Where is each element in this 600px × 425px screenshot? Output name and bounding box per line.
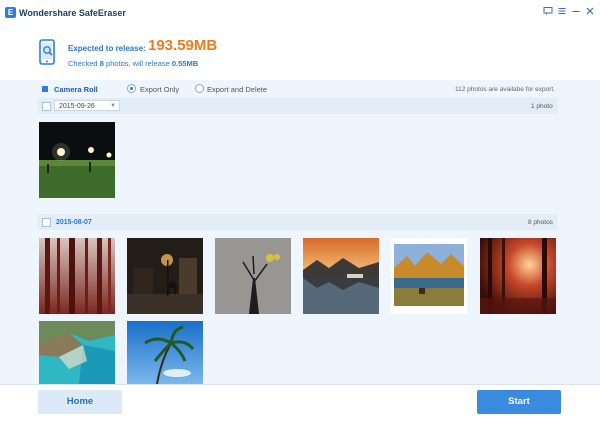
export-delete-label[interactable]: Export and Delete [207,85,267,94]
group-count: 1 photo [531,103,553,110]
photo-deer-street-night[interactable] [127,238,203,314]
close-icon[interactable] [585,6,595,16]
photo-tree-owl-art[interactable] [215,238,291,314]
export-only-label[interactable]: Export Only [140,85,179,94]
checked-summary: Checked 8 photos, will release 0.55MB [68,59,198,68]
photo-autumn-lake[interactable] [391,238,467,314]
photo-lake-mountains-sunset[interactable] [303,238,379,314]
menu-icon[interactable] [557,6,567,16]
date-dropdown[interactable]: 2015-09-26 ▼ [54,100,120,111]
expected-release-label: Expected to release: [68,44,146,53]
group-count: 8 photos [528,219,553,226]
home-button[interactable]: Home [38,390,122,414]
export-delete-radio[interactable] [195,84,204,93]
app-logo-icon: E [5,7,16,18]
group-date: 2015-08-07 [56,219,92,226]
photo-red-forest[interactable] [39,238,115,314]
app-title: Wondershare SafeEraser [19,8,126,18]
section-camera-roll[interactable]: Camera Roll [54,85,98,94]
checked-prefix: Checked [68,59,98,68]
export-only-radio[interactable] [127,84,136,93]
phone-search-icon [38,39,58,67]
export-summary: 112 photos are availabe for export. [455,86,555,93]
minimize-icon[interactable] [571,6,581,16]
feedback-icon[interactable] [543,6,553,16]
checked-mid: photos, will release [105,59,170,68]
release-size: 0.55MB [171,59,199,68]
group-header [38,214,558,230]
photo-palm-trees[interactable] [127,321,203,384]
start-button[interactable]: Start [477,390,561,414]
chevron-down-icon: ▼ [110,103,116,109]
group-select-checkbox[interactable] [42,218,51,227]
photo-coast-lagoon[interactable] [39,321,115,384]
section-marker-icon [42,86,48,92]
group-date: 2015-09-26 [59,103,95,110]
group-select-checkbox[interactable] [42,102,51,111]
photo-night-soccer-field[interactable] [39,122,115,198]
checked-count: 8 [99,59,104,68]
expected-release-size: 193.59MB [148,37,218,54]
photo-sunlit-forest[interactable] [480,238,556,314]
